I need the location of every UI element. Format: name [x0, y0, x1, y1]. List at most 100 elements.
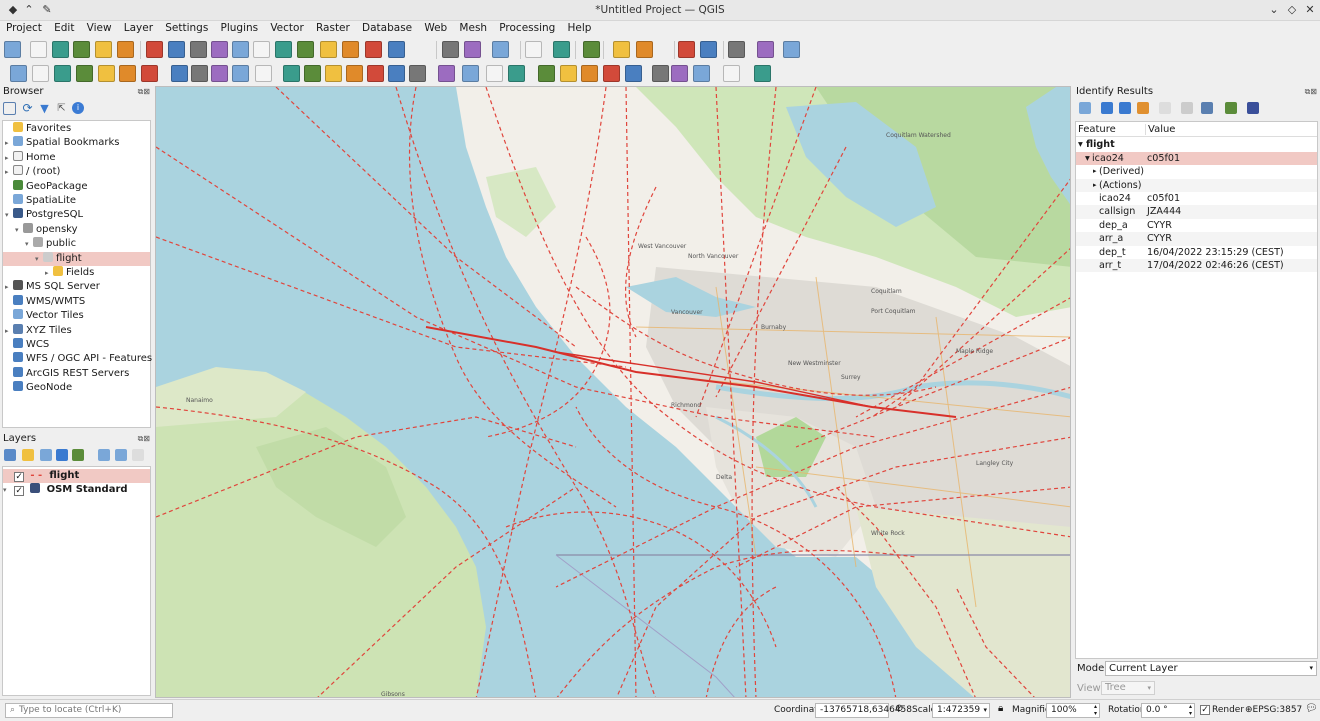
zoom-native-icon[interactable]	[297, 41, 314, 58]
identify-derived-row[interactable]: ▸ (Derived)	[1076, 165, 1317, 178]
deselect-icon[interactable]	[525, 41, 542, 58]
maximize-icon[interactable]: ◇	[1285, 3, 1299, 17]
label-highlight-icon[interactable]	[462, 65, 479, 82]
panel-float-close-icons[interactable]: ⧉⊠	[138, 434, 150, 444]
refresh-icon[interactable]: ⟳	[21, 102, 34, 115]
add-selected-icon[interactable]	[3, 102, 16, 115]
identify-attribute-row[interactable]: dep_a CYYR	[1076, 219, 1317, 232]
expand-all-icon[interactable]	[98, 449, 110, 461]
data-source-manager-icon[interactable]	[10, 65, 27, 82]
more-icon[interactable]	[757, 41, 774, 58]
menu-edit[interactable]: Edit	[51, 21, 77, 34]
crs-button[interactable]: ⊕EPSG:3857	[1245, 705, 1302, 715]
zoom-layer-icon[interactable]	[275, 41, 292, 58]
annotation-icon[interactable]	[728, 41, 745, 58]
save-as-icon[interactable]	[73, 41, 90, 58]
menu-plugins[interactable]: Plugins	[218, 21, 262, 34]
print-icon[interactable]	[1181, 102, 1193, 114]
statistics-icon[interactable]	[678, 41, 695, 58]
show-hide-icon[interactable]	[581, 65, 598, 82]
map-svg[interactable]: West VancouverNorth Vancouver Vancouver Bu…	[156, 87, 1071, 698]
menu-project[interactable]: Project	[3, 21, 45, 34]
layout-manager-icon[interactable]	[117, 41, 134, 58]
expand-arrow-icon[interactable]: ▸	[5, 324, 13, 338]
add-group-icon[interactable]	[22, 449, 34, 461]
layer-visibility-checkbox[interactable]: ✓	[14, 472, 25, 482]
menu-settings[interactable]: Settings	[162, 21, 211, 34]
scale-field[interactable]: 1:472359 ▾	[932, 703, 990, 718]
messages-icon[interactable]: 💬︎	[1305, 703, 1318, 714]
rotate-label-icon[interactable]	[538, 65, 555, 82]
mode-select[interactable]: Current Layer ▾	[1105, 661, 1317, 676]
expand-arrow-icon[interactable]: ▸	[5, 280, 13, 294]
new-project-icon[interactable]	[783, 41, 800, 58]
expand-arrow-icon[interactable]: ▸	[45, 266, 53, 280]
menu-mesh[interactable]: Mesh	[456, 21, 490, 34]
coordinate-field[interactable]: -13765718,6346458	[815, 703, 912, 718]
change-label-icon[interactable]	[560, 65, 577, 82]
identify-attribute-row[interactable]: arr_t 17/04/2022 02:46:26 (CEST)	[1076, 259, 1317, 273]
expression-filter-icon[interactable]	[72, 449, 84, 461]
filter-icon[interactable]: ▼	[38, 102, 51, 115]
redo-icon[interactable]	[388, 65, 405, 82]
menu-vector[interactable]: Vector	[267, 21, 306, 34]
add-feature-icon[interactable]	[232, 65, 249, 82]
undo-icon[interactable]	[367, 65, 384, 82]
pan-icon[interactable]	[146, 41, 163, 58]
lock-icon[interactable]: 🔒︎	[998, 703, 1003, 714]
zoom-last-icon[interactable]	[320, 41, 337, 58]
menu-raster[interactable]: Raster	[313, 21, 353, 34]
python-icon[interactable]	[652, 65, 669, 82]
spinner-icon[interactable]: ▴ ▾	[1094, 703, 1097, 717]
browser-item-spatialite[interactable]: SpatiaLite	[3, 194, 150, 208]
open-layer-styling-icon[interactable]	[4, 449, 16, 461]
layer-item-osm[interactable]: ▾ ✓ OSM Standard	[3, 483, 150, 497]
collapse-all-icon[interactable]: ⇱	[55, 102, 68, 115]
identify-attribute-row[interactable]: dep_t 16/04/2022 23:15:29 (CEST)	[1076, 246, 1317, 259]
browser-item-wfs-ogc-api-features[interactable]: WFS / OGC API - Features	[3, 352, 152, 366]
menu-processing[interactable]: Processing	[496, 21, 558, 34]
expand-arrow-icon[interactable]: ▾	[1078, 138, 1083, 151]
select-icon[interactable]	[492, 41, 509, 58]
menu-layer[interactable]: Layer	[121, 21, 156, 34]
menu-web[interactable]: Web	[421, 21, 450, 34]
spinner-icon[interactable]: ▴ ▾	[1189, 703, 1192, 717]
globe-plugin-icon[interactable]	[603, 65, 620, 82]
clear-results-icon[interactable]	[1137, 102, 1149, 114]
identify-attribute-row[interactable]: arr_a CYYR	[1076, 232, 1317, 246]
filter-legend-icon[interactable]	[56, 449, 68, 461]
field-calculator-icon[interactable]	[636, 41, 653, 58]
remove-layer-icon[interactable]	[132, 449, 144, 461]
browser-item-root[interactable]: ▸ / (root)	[3, 165, 150, 179]
new-project-icon[interactable]	[4, 41, 21, 58]
expand-arrow-icon[interactable]: ▸	[1093, 179, 1097, 192]
measure-icon[interactable]	[700, 41, 717, 58]
vector-tile-icon[interactable]	[141, 65, 158, 82]
open-project-icon[interactable]	[30, 41, 47, 58]
expand-arrow-icon[interactable]: ▾	[35, 252, 43, 266]
identify-feature-row[interactable]: ▾ icao24 c05f01	[1076, 151, 1317, 165]
browser-item-arcgis-rest-servers[interactable]: ArcGIS REST Servers	[3, 366, 150, 381]
expand-tree-icon[interactable]	[1079, 102, 1091, 114]
browser-item-geopackage[interactable]: GeoPackage	[3, 179, 150, 194]
browser-item-wcs[interactable]: WCS	[3, 338, 150, 352]
expand-arrow-icon[interactable]: ▾	[1085, 152, 1090, 165]
browser-item-xyz-tiles[interactable]: ▸ XYZ Tiles	[3, 323, 150, 338]
collapse-all-icon[interactable]	[115, 449, 127, 461]
edit-pencil-icon[interactable]	[171, 65, 188, 82]
diagram-icon[interactable]	[486, 65, 503, 82]
zoom-out-icon[interactable]	[211, 41, 228, 58]
save-edits-icon[interactable]	[211, 65, 228, 82]
rotation-field[interactable]: 0.0 ° ▴ ▾	[1141, 703, 1195, 718]
select-mode-icon[interactable]	[1201, 102, 1213, 114]
menu-help[interactable]: Help	[565, 21, 595, 34]
vertex-tool-icon[interactable]	[255, 65, 272, 82]
copy-icon[interactable]	[325, 65, 342, 82]
close-icon[interactable]: ✕	[1303, 3, 1317, 17]
browser-item-ms-sql-server[interactable]: ▸ MS SQL Server	[3, 280, 150, 294]
menu-database[interactable]: Database	[359, 21, 415, 34]
browser-item-flight[interactable]: ▾ flight	[3, 251, 150, 266]
browser-item-spatial-bookmarks[interactable]: ▸ Spatial Bookmarks	[3, 136, 150, 150]
attribute-table-icon[interactable]	[613, 41, 630, 58]
layer-visibility-checkbox[interactable]: ✓	[14, 486, 25, 496]
